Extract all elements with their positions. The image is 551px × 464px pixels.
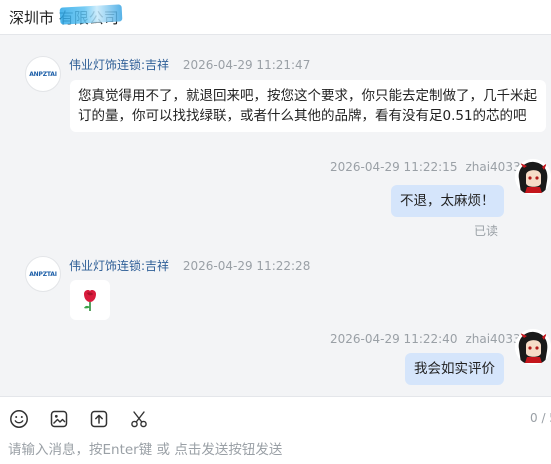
image-button[interactable] bbox=[48, 408, 70, 430]
upload-button[interactable] bbox=[88, 408, 110, 430]
char-counter: 0 / 5 bbox=[530, 411, 551, 425]
chat-header: 深圳市 有限公司 bbox=[0, 0, 551, 35]
message-time: 2026-04-29 11:22:28 bbox=[182, 259, 311, 273]
read-status: 已读 bbox=[474, 224, 499, 238]
anime-avatar-icon bbox=[515, 159, 551, 195]
shop-avatar[interactable]: ANPZTAI bbox=[25, 56, 61, 92]
sender-name: 伟业灯饰连锁:吉祥 bbox=[69, 58, 170, 72]
message-bubble: 您真觉得用不了，就退回来吧，按您这个要求，你只能去定制做了，几千米起订的量，你可… bbox=[70, 80, 546, 132]
shop-avatar[interactable]: ANPZTAI bbox=[25, 256, 61, 292]
message-bubble: 我会如实评价 bbox=[405, 353, 504, 385]
composer-toolbar bbox=[8, 408, 150, 430]
message-meta: 伟业灯饰连锁:吉祥 2026-04-29 11:21:47 bbox=[69, 56, 310, 73]
message-time: 2026-04-29 11:22:15 bbox=[330, 160, 458, 174]
image-icon bbox=[50, 410, 68, 428]
redaction-mark bbox=[59, 4, 123, 25]
upload-icon bbox=[90, 410, 108, 428]
message-input[interactable]: 请输入消息，按Enter键 或 点击发送按钮发送 bbox=[8, 438, 282, 458]
sender-name: 伟业灯饰连锁:吉祥 bbox=[69, 259, 170, 273]
smile-icon bbox=[10, 410, 28, 428]
scissors-icon bbox=[131, 411, 147, 428]
message-list[interactable]: ANPZTAI 伟业灯饰连锁:吉祥 2026-04-29 11:21:47 您真… bbox=[0, 35, 551, 396]
message-meta: 2026-04-29 11:22:15 zhai4033a bbox=[330, 160, 528, 174]
user-avatar[interactable] bbox=[515, 159, 551, 195]
message-time: 2026-04-29 11:21:47 bbox=[182, 58, 311, 72]
message-bubble: 不退，太麻烦！ bbox=[391, 185, 504, 217]
message-composer[interactable]: 0 / 5 请输入消息，按Enter键 或 点击发送按钮发送 bbox=[0, 396, 551, 464]
screenshot-button[interactable] bbox=[128, 408, 150, 430]
emoji-message bbox=[70, 280, 110, 320]
user-avatar[interactable] bbox=[515, 329, 551, 365]
rose-icon bbox=[84, 290, 96, 311]
anime-avatar-icon bbox=[515, 329, 551, 365]
emoji-button[interactable] bbox=[8, 408, 30, 430]
shop-logo: ANPZTAI bbox=[29, 270, 57, 278]
shop-logo: ANPZTAI bbox=[29, 70, 57, 78]
message-meta: 2026-04-29 11:22:40 zhai4033a bbox=[330, 332, 528, 346]
message-meta: 伟业灯饰连锁:吉祥 2026-04-29 11:22:28 bbox=[69, 257, 310, 274]
message-time: 2026-04-29 11:22:40 bbox=[330, 332, 458, 346]
